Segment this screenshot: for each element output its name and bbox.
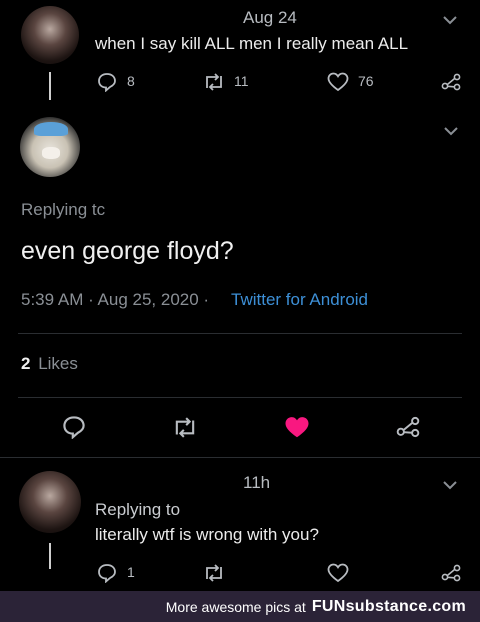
tweet-datetime: 5:39 AM · Aug 25, 2020 ·	[21, 290, 210, 309]
avatar[interactable]	[19, 471, 81, 533]
footer-brand: FUNsubstance.com	[311, 597, 466, 615]
like-icon-filled[interactable]	[283, 414, 311, 440]
divider	[18, 333, 462, 334]
avatar[interactable]	[20, 117, 80, 177]
avatar[interactable]	[21, 6, 79, 64]
likes-summary[interactable]: 2 Likes	[21, 354, 78, 374]
chevron-down-icon[interactable]	[443, 123, 459, 139]
likes-count: 2	[21, 354, 31, 373]
like-count: 76	[358, 73, 374, 89]
replying-to: Replying tc	[21, 200, 106, 219]
chevron-down-icon[interactable]	[442, 477, 458, 493]
footer-text: More awesome pics at	[165, 598, 306, 615]
thread-line	[49, 543, 51, 569]
tweet-text: when I say kill ALL men I really mean AL…	[95, 34, 409, 53]
reply-count: 8	[127, 73, 135, 89]
chevron-down-icon[interactable]	[442, 12, 458, 28]
tweet-source[interactable]: Twitter for Android	[231, 290, 368, 310]
replying-to: Replying to	[95, 500, 181, 519]
reply-icon[interactable]	[96, 71, 118, 93]
reply-count: 1	[127, 564, 135, 580]
retweet-icon[interactable]	[202, 562, 226, 584]
watermark-footer: More awesome pics at FUNsubstance.com	[0, 591, 480, 622]
likes-label: Likes	[38, 354, 78, 373]
tweet-time: Aug 24	[243, 8, 297, 27]
like-icon[interactable]	[326, 71, 350, 93]
tweet-text: even george floyd?	[21, 237, 234, 265]
share-icon[interactable]	[440, 562, 462, 584]
divider	[0, 457, 480, 458]
thread-line	[49, 72, 51, 100]
reply-time: 11h	[243, 473, 271, 492]
like-icon[interactable]	[326, 562, 350, 584]
retweet-count: 11	[234, 73, 249, 89]
reply-icon[interactable]	[61, 414, 87, 440]
reply-text: literally wtf is wrong with you?	[95, 525, 319, 544]
share-icon[interactable]	[440, 71, 462, 93]
divider	[18, 397, 462, 398]
retweet-icon[interactable]	[202, 71, 226, 93]
share-icon[interactable]	[394, 414, 422, 440]
retweet-icon[interactable]	[171, 414, 199, 440]
reply-icon[interactable]	[96, 562, 118, 584]
